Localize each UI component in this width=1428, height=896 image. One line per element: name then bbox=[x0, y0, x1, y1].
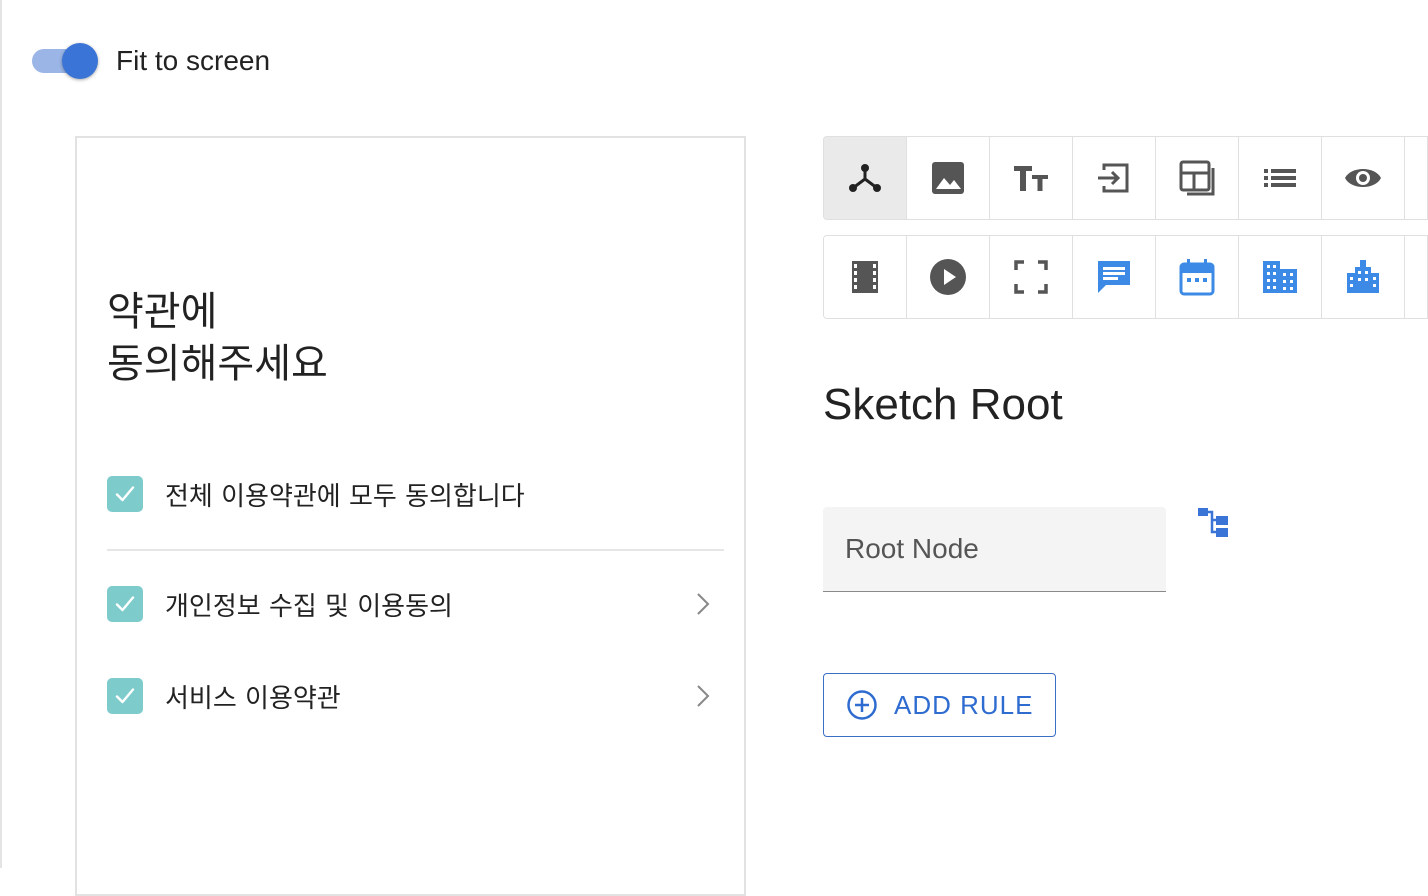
toggle-thumb[interactable] bbox=[62, 43, 98, 79]
chevron-right-icon[interactable] bbox=[695, 591, 711, 617]
toggle-track[interactable] bbox=[32, 43, 98, 79]
check-icon bbox=[115, 486, 135, 502]
list-item[interactable]: 서비스 이용약관 bbox=[107, 676, 721, 716]
list-icon bbox=[1264, 169, 1296, 187]
tool-overflow[interactable] bbox=[1405, 137, 1428, 219]
list-item[interactable]: 개인정보 수집 및 이용동의 bbox=[107, 584, 721, 624]
root-node-icon bbox=[849, 164, 881, 192]
preview-title: 약관에 동의해주세요 bbox=[107, 289, 328, 387]
check-icon bbox=[115, 688, 135, 704]
toggle-label: Fit to screen bbox=[116, 45, 271, 76]
screen-preview: 약관에 동의해주세요 전체 이용약관에 모두 동의합니다 개인정보 수집 및 이… bbox=[75, 136, 746, 896]
add-rule-label: ADD RULE bbox=[894, 689, 1034, 720]
root-node-field[interactable] bbox=[823, 507, 1166, 592]
tool-input[interactable] bbox=[1073, 137, 1156, 219]
service-terms-label: 서비스 이용약관 bbox=[165, 683, 341, 714]
tool-video[interactable] bbox=[907, 236, 990, 318]
tree-structure-icon[interactable] bbox=[1196, 506, 1230, 538]
tool-fullscreen[interactable] bbox=[990, 236, 1073, 318]
chevron-right-icon[interactable] bbox=[695, 683, 711, 709]
tool-calendar[interactable] bbox=[1156, 236, 1239, 318]
tool-building[interactable] bbox=[1239, 236, 1322, 318]
tool-film[interactable] bbox=[824, 236, 907, 318]
tool-city[interactable] bbox=[1322, 236, 1405, 318]
privacy-checkbox[interactable] bbox=[107, 586, 143, 622]
input-icon bbox=[1098, 163, 1129, 193]
window-edge bbox=[0, 0, 2, 868]
tool-image[interactable] bbox=[907, 137, 990, 219]
root-node-input[interactable] bbox=[845, 533, 1145, 565]
privacy-label: 개인정보 수집 및 이용동의 bbox=[165, 591, 453, 622]
fit-to-screen-toggle[interactable]: Fit to screen bbox=[32, 42, 270, 80]
divider bbox=[107, 549, 724, 551]
tool-text[interactable] bbox=[990, 137, 1073, 219]
tool-root-node[interactable] bbox=[824, 137, 907, 219]
text-icon bbox=[1014, 166, 1048, 191]
tool-layout[interactable] bbox=[1156, 137, 1239, 219]
film-icon bbox=[852, 261, 878, 293]
fullscreen-icon bbox=[1014, 260, 1048, 294]
eye-icon bbox=[1345, 169, 1381, 187]
city-icon bbox=[1347, 260, 1379, 293]
add-rule-button[interactable]: ADD RULE bbox=[823, 673, 1056, 737]
chat-icon bbox=[1098, 261, 1130, 293]
check-icon bbox=[115, 596, 135, 612]
image-icon bbox=[932, 162, 964, 194]
add-circle-icon bbox=[847, 690, 877, 720]
agree-all-row[interactable]: 전체 이용약관에 모두 동의합니다 bbox=[107, 474, 721, 514]
agree-all-checkbox[interactable] bbox=[107, 476, 143, 512]
calendar-icon bbox=[1179, 259, 1215, 296]
tool-chat[interactable] bbox=[1073, 236, 1156, 318]
section-title: Sketch Root bbox=[823, 380, 1063, 429]
component-toolbar-row-2 bbox=[823, 235, 1428, 319]
tool-list[interactable] bbox=[1239, 137, 1322, 219]
tool-visibility[interactable] bbox=[1322, 137, 1405, 219]
tool-overflow[interactable] bbox=[1405, 236, 1428, 318]
service-terms-checkbox[interactable] bbox=[107, 678, 143, 714]
component-toolbar-row-1 bbox=[823, 136, 1428, 220]
play-icon bbox=[930, 259, 966, 295]
building-icon bbox=[1263, 261, 1297, 293]
layout-icon bbox=[1179, 160, 1215, 196]
agree-all-label: 전체 이용약관에 모두 동의합니다 bbox=[165, 481, 525, 512]
